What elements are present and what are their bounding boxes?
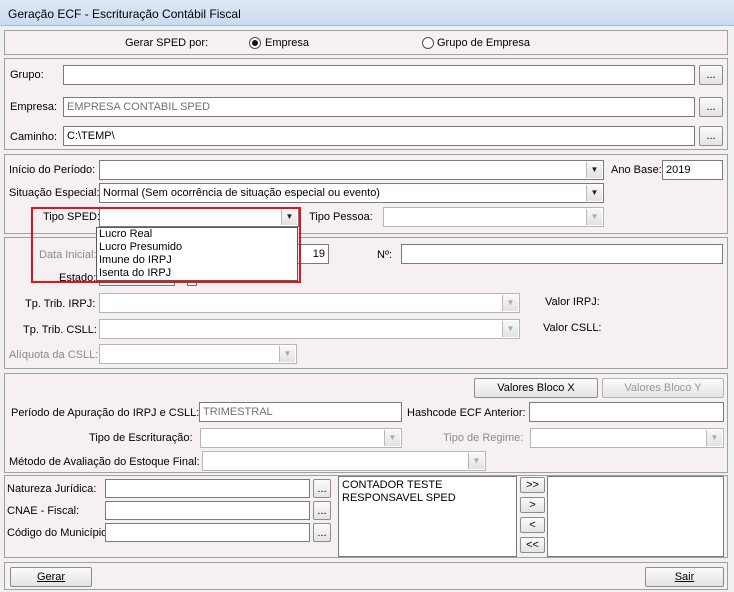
natureza-label: Natureza Jurídica: (7, 483, 97, 495)
caminho-label: Caminho: (10, 131, 58, 143)
cadastro-panel: Natureza Jurídica: ... CNAE - Fiscal: ..… (4, 475, 728, 558)
cnae-lookup-button[interactable]: ... (313, 501, 331, 520)
chevron-down-icon[interactable]: ▼ (706, 430, 722, 446)
apuracao-input[interactable]: TRIMESTRAL (199, 402, 402, 422)
action-bar: Gerar Sair (4, 562, 728, 590)
caminho-lookup-button[interactable]: ... (699, 126, 723, 146)
empresa-label: Empresa: (10, 101, 58, 113)
chevron-down-icon[interactable]: ▼ (502, 295, 518, 311)
trib-csll-label: Tp. Trib. CSLL: (23, 324, 97, 336)
situacao-select[interactable]: Normal (Sem ocorrência de situação espec… (99, 183, 604, 203)
regime-label: Tipo de Regime: (443, 432, 524, 444)
ano-base-input[interactable]: 2019 (662, 160, 723, 180)
numero-label: Nº: (377, 249, 393, 261)
escrituracao-label: Tipo de Escrituração: (89, 432, 193, 444)
escrituracao-select[interactable]: ▼ (200, 428, 402, 448)
natureza-lookup-button[interactable]: ... (313, 479, 331, 498)
tipo-pessoa-select[interactable]: ▼ (383, 207, 604, 227)
chevron-down-icon[interactable]: ▼ (502, 321, 518, 337)
valores-bloco-x-button[interactable]: Valores Bloco X (474, 378, 598, 398)
hashcode-label: Hashcode ECF Anterior: (407, 407, 526, 419)
company-panel: Grupo: ... Empresa: EMPRESA CONTABIL SPE… (4, 58, 728, 150)
valor-csll-label: Valor CSLL: (543, 322, 602, 334)
apuracao-panel: Valores Bloco X Valores Bloco Y Período … (4, 373, 728, 473)
caminho-input[interactable]: C:\TEMP\ (63, 126, 695, 146)
radio-empresa[interactable] (249, 37, 261, 49)
chevron-down-icon[interactable]: ▼ (468, 453, 484, 469)
gerar-button[interactable]: Gerar (10, 567, 92, 587)
trib-irpj-label: Tp. Trib. IRPJ: (25, 298, 96, 310)
valores-bloco-y-button[interactable]: Valores Bloco Y (602, 378, 724, 398)
radio-grupo-empresa-label: Grupo de Empresa (437, 37, 530, 49)
move-all-left-button[interactable]: << (520, 537, 545, 553)
periodo-label: Início do Período: (9, 164, 96, 176)
move-all-right-button[interactable]: >> (520, 477, 545, 493)
municipio-lookup-button[interactable]: ... (313, 523, 331, 542)
numero-input[interactable] (401, 244, 723, 264)
empresa-lookup-button[interactable]: ... (699, 97, 723, 117)
periodo-select[interactable]: ▼ (99, 160, 604, 180)
grupo-lookup-button[interactable]: ... (699, 65, 723, 85)
aliquota-select[interactable]: ▼ (99, 344, 297, 364)
highlight-box (31, 207, 301, 283)
chevron-down-icon[interactable]: ▼ (586, 185, 602, 201)
apuracao-label: Período de Apuração do IRPJ e CSLL: (11, 407, 200, 419)
estoque-select[interactable]: ▼ (202, 451, 486, 471)
tipo-pessoa-label: Tipo Pessoa: (309, 211, 373, 223)
sped-mode-panel: Gerar SPED por: Empresa Grupo de Empresa (4, 30, 728, 55)
grupo-label: Grupo: (10, 69, 44, 81)
trib-irpj-select[interactable]: ▼ (99, 293, 520, 313)
cnae-input[interactable] (105, 501, 310, 520)
empresa-input[interactable]: EMPRESA CONTABIL SPED (63, 97, 695, 117)
regime-select[interactable]: ▼ (530, 428, 724, 448)
signatarios-available-list[interactable]: CONTADOR TESTE RESPONSAVEL SPED (338, 476, 517, 557)
trib-csll-select[interactable]: ▼ (99, 319, 520, 339)
move-right-button[interactable]: > (520, 497, 545, 513)
natureza-input[interactable] (105, 479, 310, 498)
sair-button[interactable]: Sair (645, 567, 724, 587)
radio-empresa-label: Empresa (265, 37, 310, 49)
list-item[interactable]: CONTADOR TESTE (342, 479, 513, 492)
radio-grupo-empresa[interactable] (422, 37, 434, 49)
hashcode-input[interactable] (529, 402, 724, 422)
situacao-label: Situação Especial: (9, 187, 100, 199)
municipio-label: Código do Município: (7, 527, 111, 539)
cnae-label: CNAE - Fiscal: (7, 505, 80, 517)
chevron-down-icon[interactable]: ▼ (279, 346, 295, 362)
window-title: Geração ECF - Escrituração Contábil Fisc… (8, 7, 241, 21)
sair-button-label: Sair (674, 571, 695, 583)
estoque-label: Método de Avaliação do Estoque Final: (9, 456, 200, 468)
ano-base-label: Ano Base: (611, 164, 662, 176)
list-item[interactable]: RESPONSAVEL SPED (342, 492, 513, 505)
aliquota-label: Alíquota da CSLL: (9, 349, 99, 361)
gerar-button-label: Gerar (36, 571, 66, 583)
valor-irpj-label: Valor IRPJ: (545, 296, 600, 308)
move-left-button[interactable]: < (520, 517, 545, 533)
municipio-input[interactable] (105, 523, 310, 542)
grupo-input[interactable] (63, 65, 695, 85)
chevron-down-icon[interactable]: ▼ (384, 430, 400, 446)
sped-mode-label: Gerar SPED por: (125, 37, 209, 49)
title-bar: Geração ECF - Escrituração Contábil Fisc… (0, 0, 734, 26)
signatarios-selected-list[interactable] (547, 476, 724, 557)
chevron-down-icon[interactable]: ▼ (586, 209, 602, 225)
chevron-down-icon[interactable]: ▼ (586, 162, 602, 178)
situacao-value: Normal (Sem ocorrência de situação espec… (103, 187, 380, 199)
